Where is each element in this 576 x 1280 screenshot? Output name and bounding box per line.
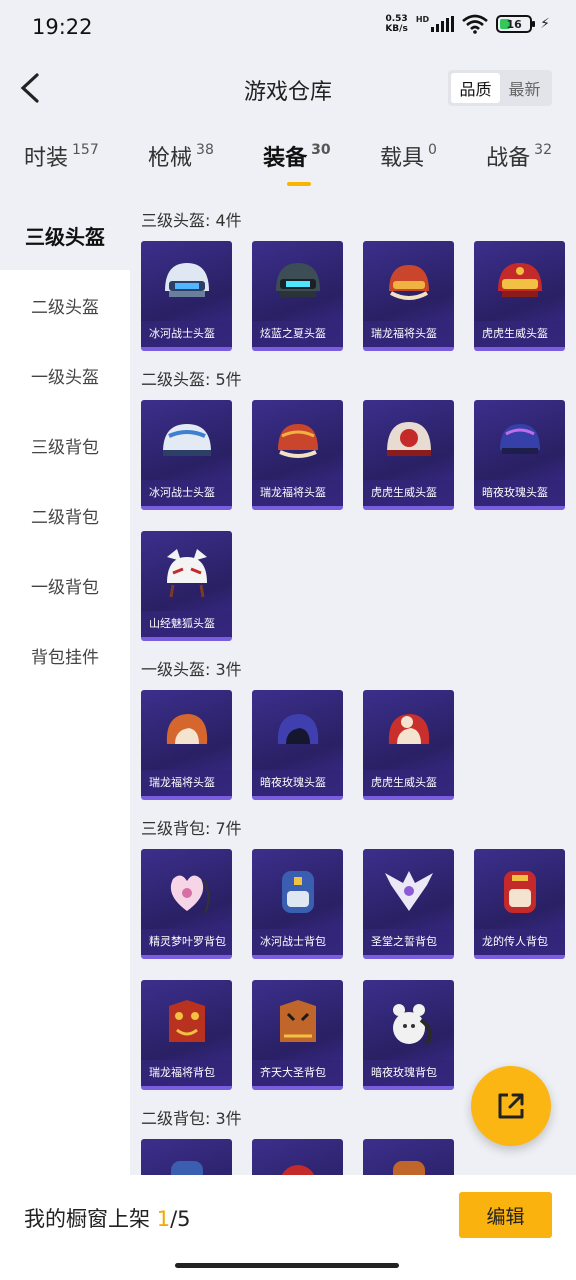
item-card[interactable]: 冰河战士背包 bbox=[252, 849, 343, 959]
sidebar-item-backpack-1[interactable]: 一级背包 bbox=[0, 550, 130, 620]
backpack-icon bbox=[281, 1165, 315, 1175]
sidebar-item-helmet-2[interactable]: 二级头盔 bbox=[0, 270, 130, 340]
hd-label: HD bbox=[415, 14, 430, 24]
status-bar: 19:22 0.53 KB/s HD 16 ⚡ bbox=[0, 0, 576, 56]
home-indicator[interactable] bbox=[175, 1263, 399, 1268]
item-list[interactable]: 三级头盔: 4件 冰河战士头盔 炫蓝之夏头盔 瑞龙福将头盔 虎虎生威头盔 二级头… bbox=[130, 200, 576, 1175]
sort-quality-option[interactable]: 品质 bbox=[451, 73, 500, 103]
tab-vehicles[interactable]: 载具 0 bbox=[380, 140, 437, 200]
battery-icon: 16 bbox=[496, 15, 536, 33]
item-grid: 精灵梦叶罗背包 冰河战士背包 圣堂之誓背包 龙的传人背包 瑞龙福将背包 齐天大圣… bbox=[141, 842, 576, 1098]
sort-toggle: 品质 最新 bbox=[448, 70, 552, 106]
helmet-icon bbox=[276, 263, 320, 297]
helmet-icon bbox=[166, 714, 208, 744]
backpack-icon bbox=[282, 871, 314, 913]
item-card[interactable]: 齐天大圣背包 bbox=[252, 980, 343, 1090]
share-button[interactable] bbox=[471, 1066, 551, 1146]
helmet-icon bbox=[277, 714, 319, 744]
sidebar-item-helmet-3[interactable]: 三级头盔 bbox=[0, 200, 130, 270]
charging-icon: ⚡ bbox=[540, 16, 550, 32]
helmet-icon bbox=[500, 424, 540, 454]
item-card[interactable]: 暗夜玫瑰头盔 bbox=[252, 690, 343, 800]
helmet-icon bbox=[498, 263, 542, 297]
wifi-icon bbox=[462, 14, 488, 34]
tab-supplies[interactable]: 战备 32 bbox=[486, 140, 552, 200]
fox-mask-helmet-icon bbox=[167, 549, 207, 598]
edit-button[interactable]: 编辑 bbox=[459, 1192, 552, 1238]
backpack-icon bbox=[280, 1000, 316, 1042]
item-card[interactable]: 瑞龙福将头盔 bbox=[252, 400, 343, 510]
item-card[interactable]: 虎虎生威头盔 bbox=[474, 241, 565, 351]
item-card[interactable] bbox=[252, 1139, 343, 1175]
item-card[interactable]: 炫蓝之夏头盔 bbox=[252, 241, 343, 351]
backpack-icon bbox=[393, 1004, 432, 1045]
helmet-icon bbox=[165, 263, 209, 297]
helmet-icon bbox=[278, 424, 318, 458]
category-tabs: 时装 157 枪械 38 装备 30 载具 0 战备 32 bbox=[0, 140, 576, 200]
backpack-icon bbox=[170, 875, 210, 914]
helmet-icon bbox=[389, 265, 429, 300]
backpack-icon bbox=[393, 1161, 425, 1175]
item-card[interactable]: 虎虎生威头盔 bbox=[363, 400, 454, 510]
item-card[interactable]: 圣堂之誓背包 bbox=[363, 849, 454, 959]
bottom-bar: 我的橱窗上架 1/5 编辑 bbox=[0, 1175, 576, 1280]
item-grid: 瑞龙福将头盔 暗夜玫瑰头盔 虎虎生威头盔 bbox=[141, 683, 576, 808]
backpack-icon bbox=[169, 1000, 205, 1042]
item-card[interactable]: 龙的传人背包 bbox=[474, 849, 565, 959]
section-title: 三级背包: 7件 bbox=[141, 819, 242, 838]
sidebar-item-helmet-1[interactable]: 一级头盔 bbox=[0, 340, 130, 410]
sidebar: 三级头盔 二级头盔 一级头盔 三级背包 二级背包 一级背包 背包挂件 bbox=[0, 200, 130, 1175]
backpack-icon bbox=[171, 1161, 203, 1175]
backpack-icon bbox=[385, 871, 433, 911]
tab-equipment[interactable]: 装备 30 bbox=[263, 140, 331, 200]
status-icons: 0.53 KB/s HD 16 ⚡ bbox=[385, 14, 550, 34]
item-card[interactable]: 瑞龙福将背包 bbox=[141, 980, 232, 1090]
sidebar-item-backpack-charm[interactable]: 背包挂件 bbox=[0, 620, 130, 690]
signal-icon bbox=[431, 16, 455, 32]
item-card[interactable] bbox=[141, 1139, 232, 1175]
item-card[interactable]: 精灵梦叶罗背包 bbox=[141, 849, 232, 959]
tab-fashion[interactable]: 时装 157 bbox=[24, 140, 99, 200]
status-time: 19:22 bbox=[32, 15, 93, 39]
tab-guns[interactable]: 枪械 38 bbox=[148, 140, 214, 200]
section-title: 三级头盔: 4件 bbox=[141, 211, 242, 230]
helmet-icon bbox=[387, 422, 431, 456]
net-speed: 0.53 KB/s bbox=[385, 14, 408, 34]
item-card[interactable]: 瑞龙福将头盔 bbox=[363, 241, 454, 351]
item-grid: 冰河战士头盔 炫蓝之夏头盔 瑞龙福将头盔 虎虎生威头盔 bbox=[141, 234, 576, 359]
sidebar-item-backpack-3[interactable]: 三级背包 bbox=[0, 410, 130, 480]
showcase-count: 我的橱窗上架 1/5 bbox=[24, 1207, 191, 1231]
item-card[interactable]: 冰河战士头盔 bbox=[141, 400, 232, 510]
helmet-icon bbox=[388, 714, 430, 744]
sort-newest-option[interactable]: 最新 bbox=[500, 73, 549, 103]
external-link-icon bbox=[498, 1093, 524, 1119]
section-title: 一级头盔: 3件 bbox=[141, 660, 242, 679]
helmet-icon bbox=[163, 424, 211, 456]
item-card[interactable]: 冰河战士头盔 bbox=[141, 241, 232, 351]
header: 游戏仓库 品质 最新 bbox=[0, 56, 576, 120]
section-title: 二级头盔: 5件 bbox=[141, 370, 242, 389]
item-card[interactable]: 瑞龙福将头盔 bbox=[141, 690, 232, 800]
item-card[interactable]: 暗夜玫瑰头盔 bbox=[474, 400, 565, 510]
item-card[interactable] bbox=[363, 1139, 454, 1175]
backpack-icon bbox=[504, 871, 536, 913]
sidebar-item-backpack-2[interactable]: 二级背包 bbox=[0, 480, 130, 550]
item-grid: 冰河战士头盔 瑞龙福将头盔 虎虎生威头盔 暗夜玫瑰头盔 山经魅狐头盔 bbox=[141, 393, 576, 649]
item-card[interactable]: 山经魅狐头盔 bbox=[141, 531, 232, 641]
item-card[interactable]: 虎虎生威头盔 bbox=[363, 690, 454, 800]
item-card[interactable]: 暗夜玫瑰背包 bbox=[363, 980, 454, 1090]
